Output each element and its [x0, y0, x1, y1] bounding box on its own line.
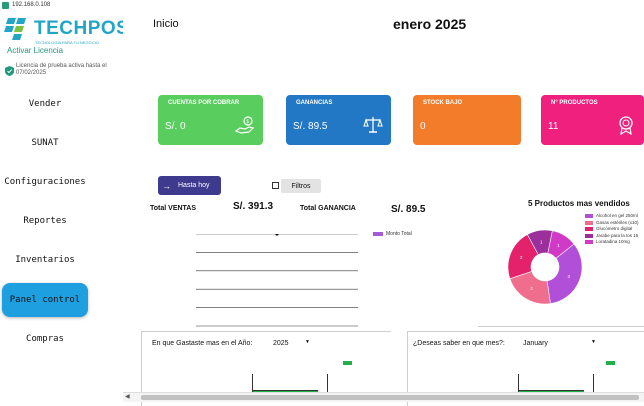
total-ventas-value: S/. 391.3 — [233, 201, 274, 212]
month-select[interactable]: January ▼ — [518, 336, 600, 350]
hand-coin-icon: $ — [235, 116, 255, 134]
year-select-value: 2025 — [273, 339, 289, 347]
scale-icon — [363, 117, 383, 133]
sidebar-item-configuraciones[interactable]: Configuraciones — [2, 172, 88, 192]
legend-swatch — [585, 214, 593, 219]
card-cuentas-por-cobrar[interactable]: CUENTAS POR COBRAR S/. 0 $ — [158, 95, 263, 145]
scroll-left-icon[interactable]: ◀ — [125, 393, 130, 400]
line-point — [275, 234, 279, 236]
card-title: CUENTAS POR COBRAR — [168, 100, 240, 106]
legend-swatch — [585, 233, 593, 238]
window-titlebar: 192.168.0.108 — [0, 0, 644, 12]
legend-swatch — [585, 220, 593, 225]
sidebar-item-reportes[interactable]: Reportes — [2, 211, 88, 231]
total-ganancia-label: Total GANANCIA — [300, 205, 356, 212]
window-title: 192.168.0.108 — [12, 2, 51, 8]
card-value: 0 — [420, 121, 426, 132]
sidebar-item-label: Vender — [28, 99, 62, 109]
card-title: N° PRODUCTOS — [551, 100, 598, 106]
sidebar-item-label: SUNAT — [31, 138, 59, 148]
card-value: 11 — [548, 121, 559, 132]
legend-label: Monto Total — [386, 231, 412, 237]
chevron-down-icon: ▼ — [305, 339, 310, 345]
line-chart-legend: Monto Total — [373, 231, 412, 237]
card-value: S/. 89.5 — [293, 121, 328, 132]
pie-legend-item: Loratadina 10mg — [585, 239, 639, 246]
sidebar-item-panel-control[interactable]: Panel control — [2, 283, 88, 317]
legend-label: Loratadina 10mg — [596, 239, 630, 244]
chevron-down-icon: ▼ — [591, 339, 596, 345]
year-legend-swatch — [343, 361, 352, 365]
sidebar-item-compras[interactable]: Compras — [2, 329, 88, 349]
activate-license-link[interactable]: Activar Licencia — [7, 46, 63, 55]
sidebar-item-inventarios[interactable]: Inventarios — [2, 250, 88, 270]
award-icon — [619, 116, 633, 135]
sidebar-item-label: Compras — [26, 334, 64, 344]
section-divider — [478, 326, 644, 327]
top-products-pie-chart: 32211 — [507, 229, 583, 305]
year-select[interactable]: 2025 ▼ — [268, 336, 314, 350]
legend-swatch — [585, 240, 593, 245]
main-panel: Inicio enero 2025 CUENTAS POR COBRAR S/.… — [123, 12, 644, 406]
hasta-hoy-label: Hasta hoy — [178, 182, 210, 189]
sidebar-item-label: Inventarios — [15, 255, 75, 265]
card-title: GANANCIAS — [296, 100, 333, 106]
bar-axis — [253, 388, 318, 391]
scrollbar-thumb[interactable] — [141, 395, 639, 400]
year-question-label: En que Gastaste mas en el Año: — [152, 340, 253, 347]
filtros-checkbox[interactable] — [272, 182, 279, 189]
month-select-value: January — [523, 339, 548, 347]
filtros-button[interactable]: Filtros — [281, 179, 321, 193]
legend-swatch — [585, 227, 593, 232]
page-title: Inicio — [153, 18, 179, 30]
legend-swatch — [373, 232, 383, 236]
total-ganancia-value: S/. 89.5 — [391, 204, 426, 215]
pie-chart-legend: Alcohol en gel 250ml Gasas estériles (x10… — [585, 213, 639, 246]
bar-axis — [519, 388, 584, 391]
monto-total-line-chart: 391.3 — [196, 234, 358, 327]
card-productos[interactable]: N° PRODUCTOS 11 — [541, 95, 644, 145]
month-title: enero 2025 — [393, 16, 467, 32]
sidebar-item-sunat[interactable]: SUNAT — [2, 133, 88, 153]
card-title: STOCK BAJO — [423, 100, 463, 106]
shield-check-icon — [5, 66, 14, 76]
pie-chart-title: 5 Productos mas vendidos — [528, 199, 630, 208]
card-value: S/. 0 — [165, 121, 186, 132]
month-legend-swatch — [606, 361, 615, 365]
sidebar-item-label: Configuraciones — [4, 177, 86, 187]
trial-status-text: Licencia de prueba activa hasta el 07/02… — [16, 63, 107, 76]
sidebar-item-label: Reportes — [23, 216, 67, 226]
card-stock-bajo[interactable]: STOCK BAJO 0 — [413, 95, 521, 145]
sidebar: TECHPOST TECNOLOGÍA PARA TU NEGOCIO Acti… — [0, 12, 141, 402]
app-icon — [2, 2, 9, 9]
card-ganancias[interactable]: GANANCIAS S/. 89.5 — [286, 95, 391, 145]
brand-tagline: TECNOLOGÍA PARA TU NEGOCIO — [35, 40, 99, 45]
sidebar-item-vender[interactable]: Vender — [2, 94, 88, 114]
filtros-label: Filtros — [291, 182, 311, 190]
sidebar-item-label: Panel control — [9, 295, 81, 305]
horizontal-scrollbar[interactable]: ◀ — [123, 392, 644, 402]
total-ventas-label: Total VENTAS — [150, 205, 197, 212]
hasta-hoy-button[interactable]: → Hasta hoy — [158, 176, 221, 195]
arrow-right-icon: → — [162, 180, 171, 191]
month-question-label: ¿Deseas saber en que mes?: — [413, 340, 505, 347]
techpost-logo-icon — [4, 18, 26, 40]
svg-text:$: $ — [246, 119, 249, 125]
